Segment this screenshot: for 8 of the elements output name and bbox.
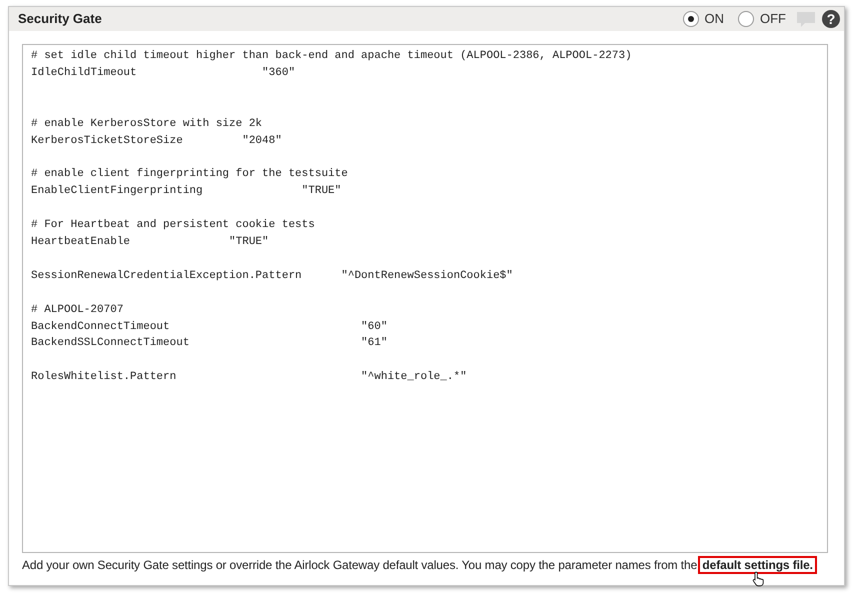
comment-icon[interactable]: [796, 10, 816, 28]
settings-editor[interactable]: # set idle child timeout higher than back-end and apache timeout (ALPOOL-2386, ALPOOL-2273) IdleChildTimeout "360" # enable KerberosStore with size 2k KerberosTicketStoreSize "2048" # enable client fingerprinting for the testsuite EnableClientFingerprinting "TRUE" # For Heartbeat and persistent cookie tests HeartbeatEnable "TRUE" SessionRenewalCredentialException.Pattern "^DontRenewSessionCookie$" # ALPOOL-20707 BackendConnectTimeout "60" BackendSSLConnectTimeout "61" RolesWhitelist.Pattern "^white_role_.*": [22, 44, 828, 553]
panel-title: Security Gate: [18, 10, 102, 28]
settings-file-link[interactable]: default settings file.: [700, 558, 815, 572]
help-icon[interactable]: ?: [822, 10, 840, 28]
help-text: Add your own Security Gate settings or override the Airlock Gateway default values. You may copy the parameter names from the default settings file.: [22, 556, 831, 574]
mode-radio[interactable]: ON: [682, 9, 724, 29]
mode-radio[interactable]: OFF: [738, 9, 786, 29]
